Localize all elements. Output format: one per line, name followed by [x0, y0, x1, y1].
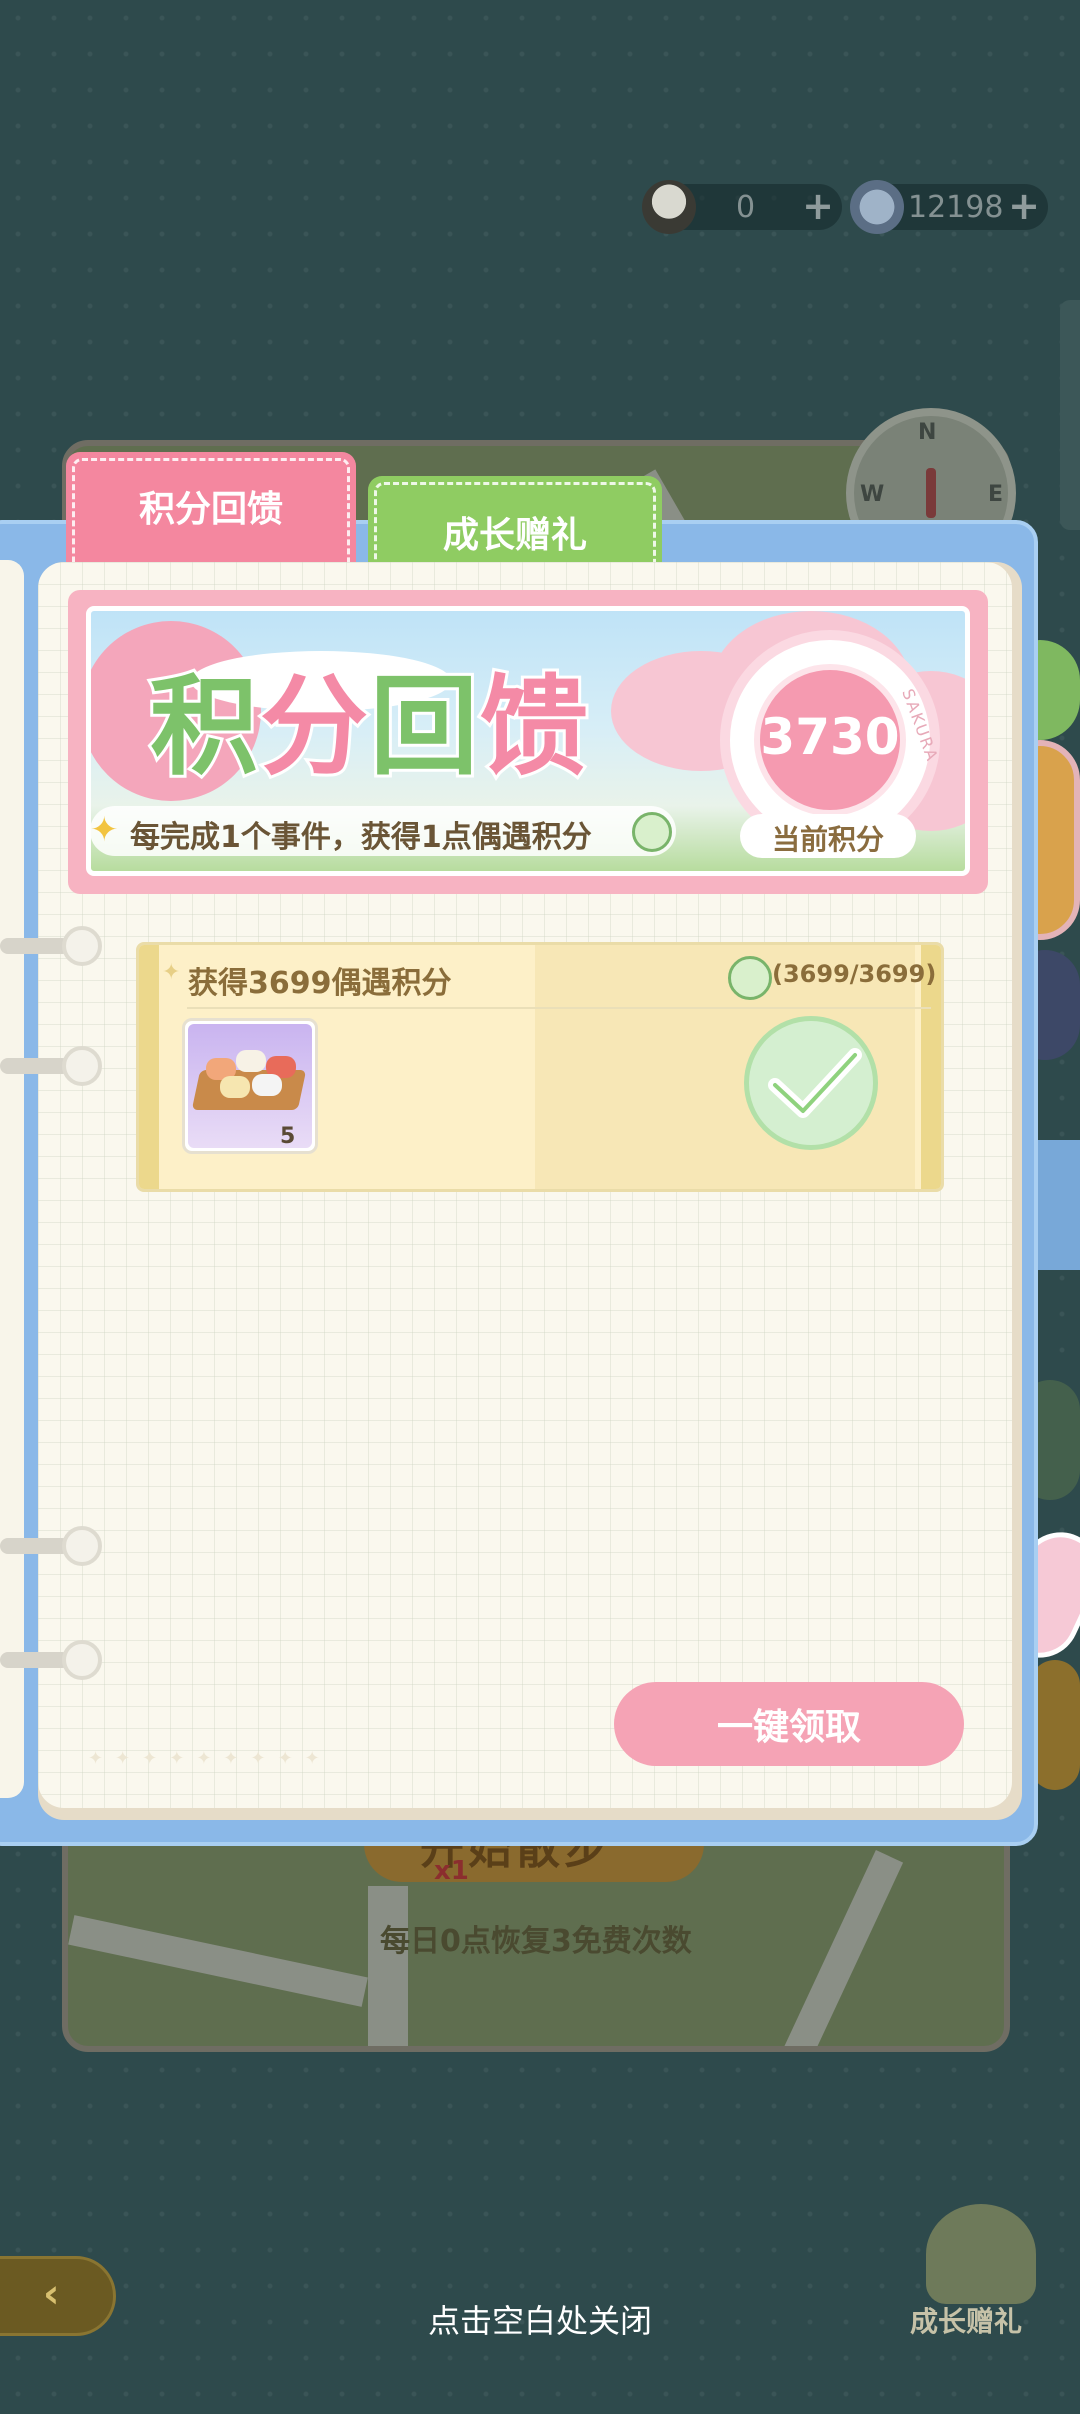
task-progress: (3699/3699) [772, 960, 937, 988]
walk-count-label: x1 [434, 1856, 469, 1886]
gem-icon [850, 180, 904, 234]
rice-ball-icon [642, 180, 696, 234]
notebook-left-page [0, 560, 24, 1798]
binder-ring [62, 1640, 102, 1680]
growth-gift-shortcut-label[interactable]: 成长赠礼 [910, 2300, 1022, 2340]
current-score-label: 当前积分 [771, 823, 884, 856]
tab-growth-gift-label: 成长赠礼 [442, 515, 587, 556]
current-score-value: 3730 [760, 708, 900, 766]
rice-ball-value: 0 [736, 189, 756, 225]
tab-points-feedback[interactable]: 积分回馈 [66, 452, 356, 562]
binder-ring [62, 1526, 102, 1566]
binder-ring [62, 926, 102, 966]
growth-gift-icon[interactable] [926, 2204, 1036, 2304]
rice-ball-counter: 0 + [642, 180, 842, 234]
claim-all-button[interactable]: 一键领取 [614, 1682, 964, 1766]
reward-count: 5 [280, 1124, 296, 1149]
sparkle-icon: ✦ [90, 810, 119, 850]
add-gem-button[interactable]: + [1006, 187, 1042, 225]
completed-check-icon [744, 1016, 878, 1150]
encounter-points-icon [632, 812, 672, 852]
banner-subtitle: 每完成1个事件，获得1点偶遇积分 [130, 820, 592, 855]
sparkle-icon: ✦ [162, 960, 181, 985]
side-panel-edge [1060, 300, 1080, 530]
binder-ring [62, 1046, 102, 1086]
gem-counter: 12198 + [850, 180, 1048, 234]
daily-reset-hint: 每日0点恢复3免费次数 [380, 1924, 692, 1959]
banner-title: 积分回馈 [147, 661, 591, 793]
add-rice-ball-button[interactable]: + [800, 187, 836, 225]
gem-value: 12198 [908, 189, 1004, 225]
task-title: 获得3699偶遇积分 [188, 966, 452, 1001]
encounter-points-icon [728, 956, 772, 1000]
tab-points-feedback-label: 积分回馈 [138, 489, 283, 530]
